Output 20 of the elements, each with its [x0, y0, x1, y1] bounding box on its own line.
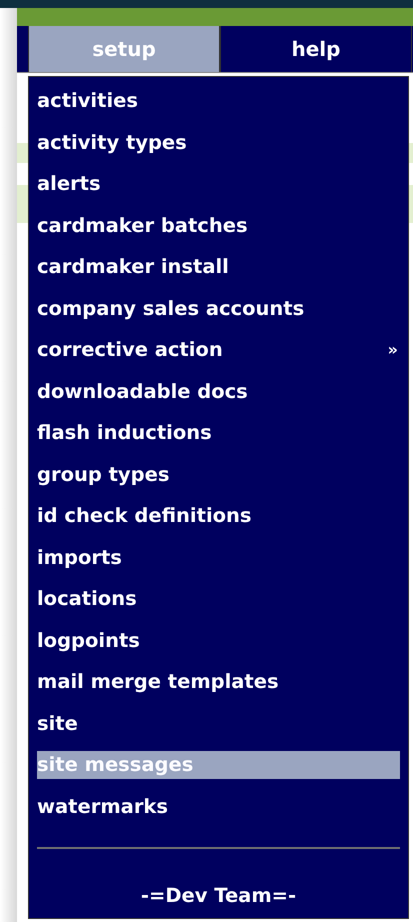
menu-item[interactable]: mail merge templates	[37, 661, 400, 702]
nav-tab[interactable]: help	[220, 26, 412, 72]
menu-item[interactable]: imports	[37, 536, 400, 578]
menu-footer: -=Dev Team=-	[37, 881, 400, 910]
menu-item[interactable]: group types	[37, 454, 400, 495]
menu-item[interactable]: logpoints	[37, 620, 400, 661]
menu-item[interactable]: activities	[37, 80, 400, 122]
menu-item[interactable]: downloadable docs	[37, 370, 400, 412]
menu-item[interactable]: cardmaker install	[37, 246, 400, 288]
menu-item[interactable]: watermarks	[37, 786, 400, 827]
menu-item[interactable]: locations	[37, 578, 400, 620]
menu-item[interactable]: flash inductions	[37, 412, 400, 454]
menu-item[interactable]: cardmaker batches	[37, 204, 400, 246]
menu-item[interactable]: id check definitions	[37, 495, 400, 536]
menu-item[interactable]: activity types	[37, 122, 400, 163]
menu-item[interactable]: alerts	[37, 163, 400, 204]
menu-item[interactable]: site	[37, 702, 400, 744]
submenu-mark: »	[388, 338, 399, 361]
menu-item[interactable]: corrective action »	[37, 329, 400, 370]
menu-item[interactable]: company sales accounts	[37, 288, 400, 329]
